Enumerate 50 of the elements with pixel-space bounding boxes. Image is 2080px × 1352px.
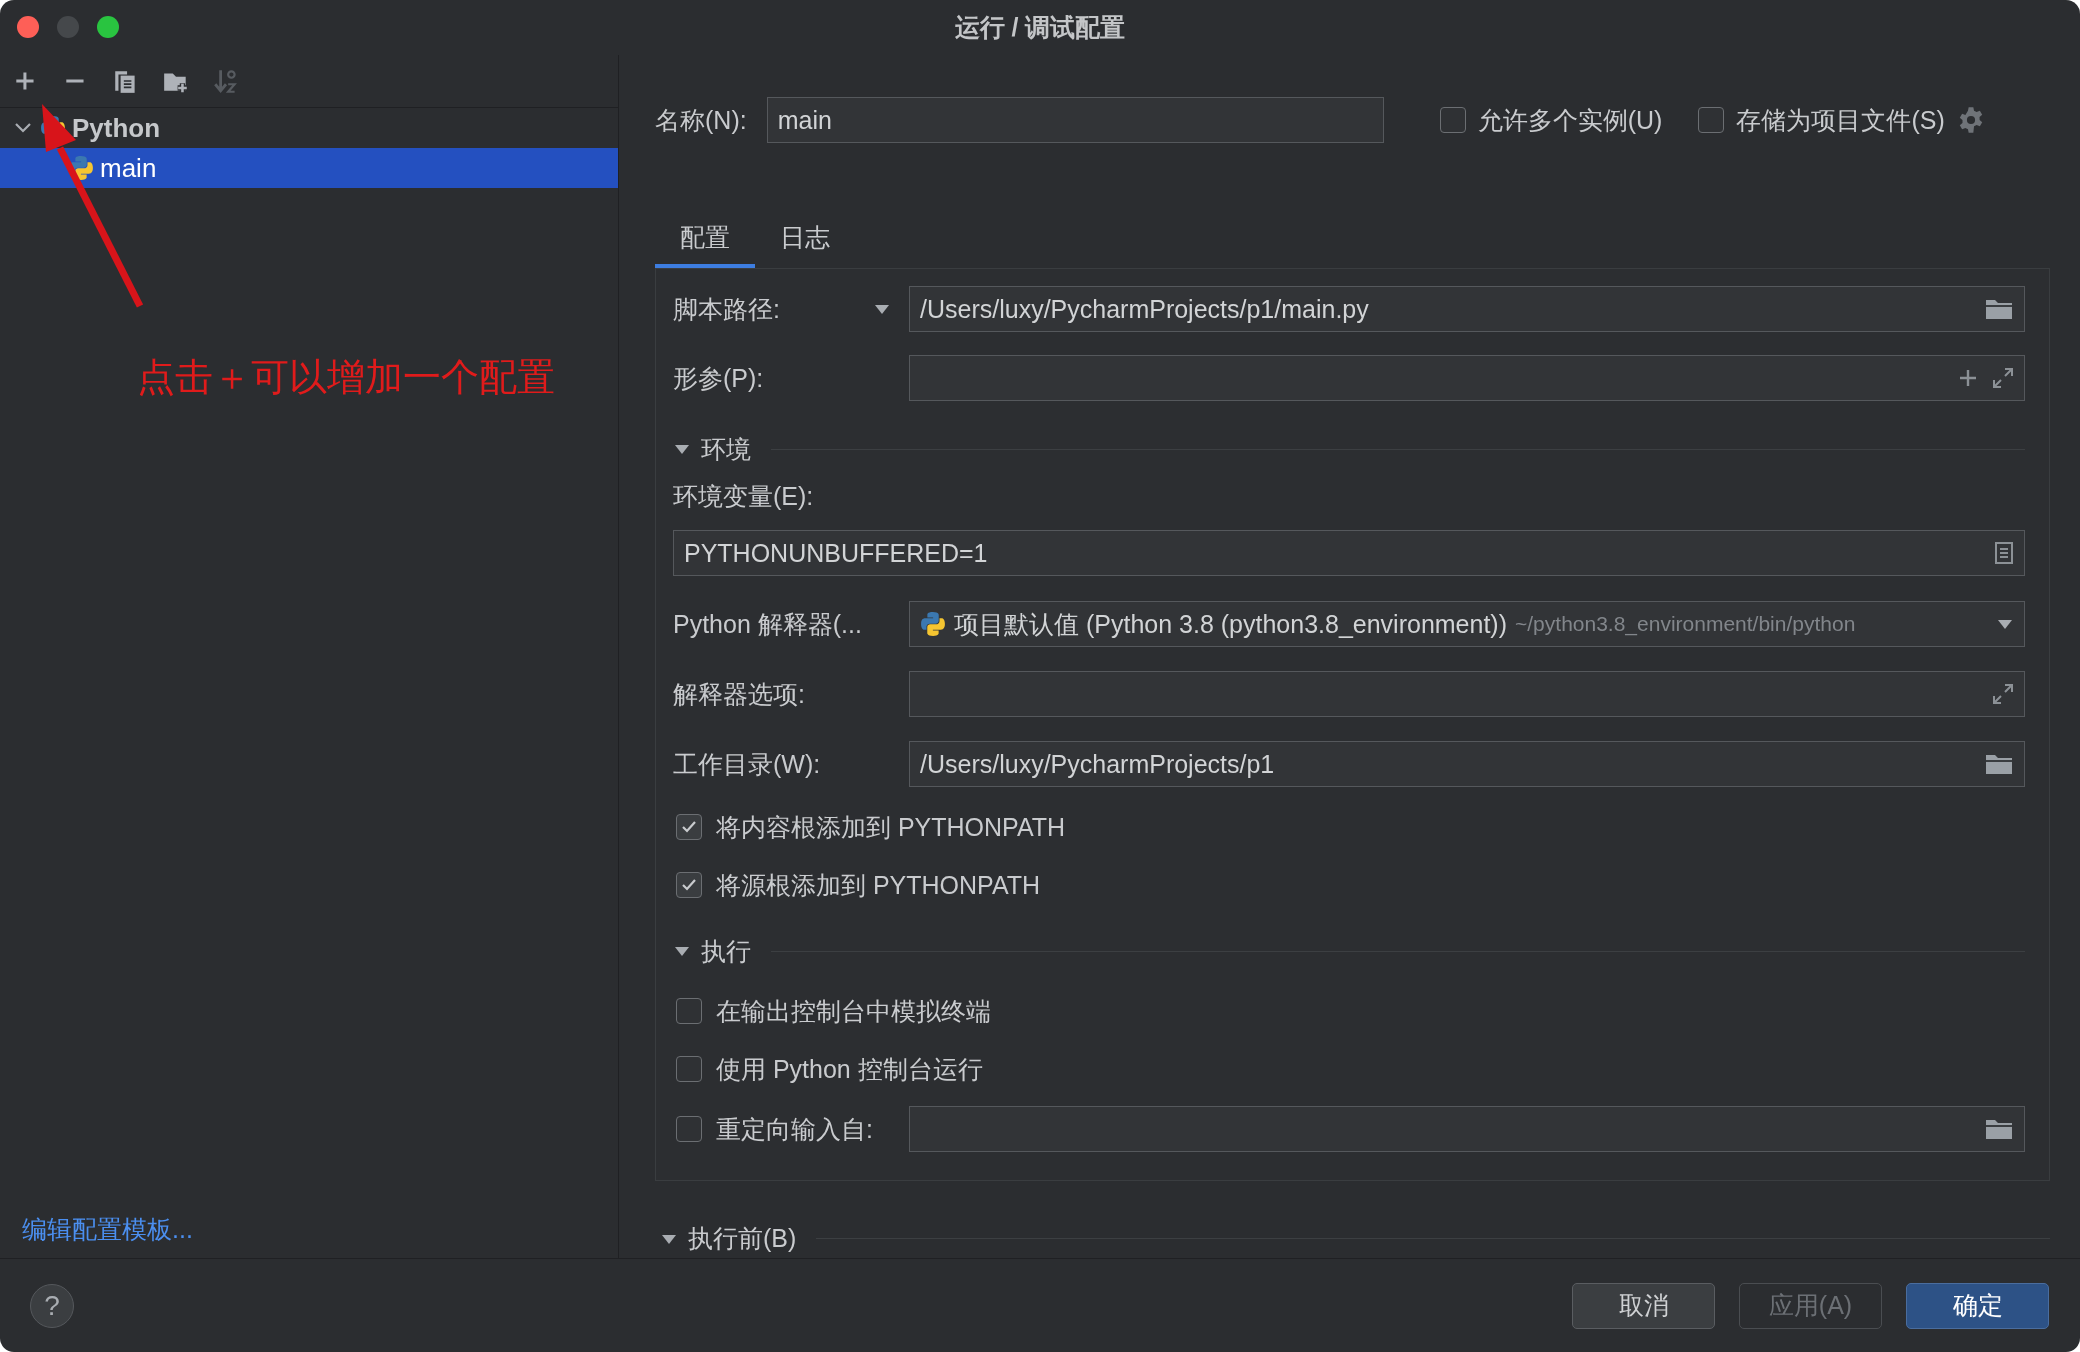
section-title: 执行前(B): [688, 1223, 797, 1255]
field-label: 形参(P):: [673, 362, 764, 394]
dialog-button[interactable]: 取消: [1572, 1282, 1715, 1329]
folder-icon[interactable]: [1984, 752, 2014, 777]
tree-item[interactable]: main: [0, 148, 618, 188]
window-title: 运行 / 调试配置: [954, 12, 1126, 43]
checkbox[interactable]: [676, 814, 702, 841]
section-title: 执行: [701, 935, 751, 967]
zoom-button[interactable]: [97, 16, 119, 38]
field-label: 脚本路径:: [673, 293, 780, 325]
path-field[interactable]: [909, 1106, 2025, 1153]
expand-icon[interactable]: [1992, 683, 2014, 706]
checkbox-label: 使用 Python 控制台运行: [716, 1053, 983, 1085]
field-label: 解释器选项:: [673, 678, 805, 710]
checkbox-label: 将内容根添加到 PYTHONPATH: [716, 811, 1066, 843]
close-button[interactable]: [17, 16, 39, 38]
checkbox-label: 允许多个实例(U): [1477, 104, 1663, 136]
field-label: Python 解释器(...: [673, 608, 862, 640]
python-icon: [920, 611, 946, 638]
checkbox[interactable]: [676, 1056, 702, 1083]
checkbox[interactable]: [1439, 107, 1466, 133]
help-button[interactable]: ?: [30, 1283, 74, 1328]
checkbox[interactable]: [1698, 107, 1725, 133]
checkbox[interactable]: [676, 1116, 702, 1143]
path-field[interactable]: /Users/luxy/PycharmProjects/p1/main.py: [909, 286, 2025, 333]
folder-icon[interactable]: [1984, 297, 2014, 322]
checkbox-label: 重定向输入自:: [716, 1113, 873, 1145]
name-field[interactable]: main: [766, 97, 1384, 143]
annotation-text: 点击＋可以增加一个配置: [137, 355, 555, 400]
checkbox-label: 存储为项目文件(S): [1736, 104, 1945, 136]
checkbox-label: 将源根添加到 PYTHONPATH: [716, 869, 1041, 901]
interpreter-dropdown[interactable]: 项目默认值 (Python 3.8 (python3.8_environment)) ~/python3.8_environment/bin/python: [909, 601, 2025, 648]
tab[interactable]: 日志: [755, 210, 855, 269]
dialog-button[interactable]: 确定: [1906, 1282, 2049, 1329]
edit-templates-link[interactable]: 编辑配置模板...: [0, 1213, 618, 1258]
text-field[interactable]: [909, 355, 2025, 402]
plus-icon[interactable]: [1958, 368, 1978, 389]
section-title: 环境: [701, 433, 751, 465]
env-field[interactable]: PYTHONUNBUFFERED=1: [673, 530, 2025, 577]
field-label: 环境变量(E):: [673, 481, 814, 513]
field-label: 工作目录(W):: [673, 748, 821, 780]
text-field[interactable]: [909, 671, 2025, 718]
document-icon[interactable]: [1994, 541, 2014, 566]
expand-icon[interactable]: [1992, 367, 2014, 390]
folder-icon[interactable]: [1984, 1117, 2014, 1142]
name-label: 名称(N):: [655, 104, 747, 136]
path-field[interactable]: /Users/luxy/PycharmProjects/p1: [909, 741, 2025, 788]
checkbox[interactable]: [676, 872, 702, 899]
checkbox-label: 在输出控制台中模拟终端: [716, 995, 991, 1027]
checkbox[interactable]: [676, 998, 702, 1025]
